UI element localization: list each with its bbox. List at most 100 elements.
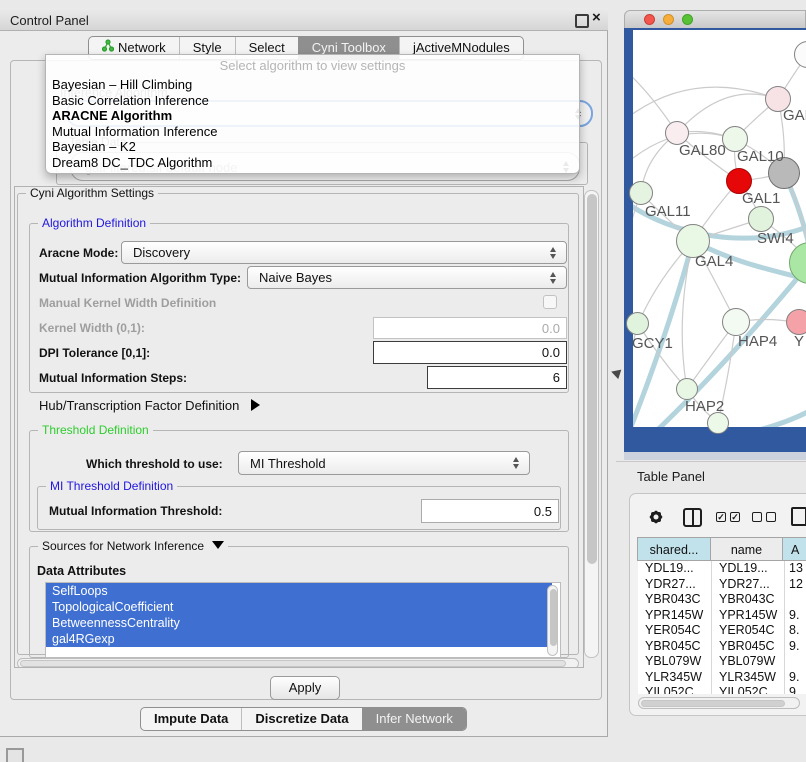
list-item-gal4rgexp[interactable]: gal4RGexp bbox=[46, 631, 552, 647]
cursor-arrow bbox=[610, 367, 622, 379]
table-row[interactable]: YBR043CYBR043C bbox=[638, 592, 806, 608]
gear-icon[interactable] bbox=[647, 508, 665, 531]
mi-threshold-value: 0.5 bbox=[534, 504, 552, 519]
table-row[interactable]: YER054CYER054C8. bbox=[638, 623, 806, 639]
table-row[interactable]: YDL19...YDL19...13 bbox=[638, 561, 806, 577]
control-panel-titlebar bbox=[0, 8, 608, 31]
cyni-bottom-tabbar: Impute Data Discretize Data Infer Networ… bbox=[140, 707, 467, 731]
table-body: YDL19...YDL19...13 YDR27...YDR27...12 YB… bbox=[638, 561, 806, 694]
cyni-settings-view: Cyni Algorithm Settings Algorithm Defini… bbox=[14, 186, 584, 668]
table-horizontal-scrollbar[interactable] bbox=[638, 697, 800, 709]
cyni-algorithm-settings-title: Cyni Algorithm Settings bbox=[26, 186, 158, 200]
table-row[interactable]: YBL079WYBL079W bbox=[638, 654, 806, 670]
dpi-tolerance-label: DPI Tolerance [0,1]: bbox=[39, 346, 150, 360]
attributes-scrollbar[interactable] bbox=[547, 585, 558, 656]
mi-steps-label: Mutual Information Steps: bbox=[39, 371, 187, 385]
node-label: GCY1 bbox=[632, 335, 673, 352]
list-item-topologicalcoefficient[interactable]: TopologicalCoefficient bbox=[46, 599, 552, 615]
data-attributes-list: SelfLoops TopologicalCoefficient Between… bbox=[45, 582, 561, 658]
collapse-down-icon bbox=[212, 541, 224, 549]
combo-stepper-icon bbox=[550, 247, 557, 259]
network-node-bottom[interactable] bbox=[707, 412, 729, 434]
columns-icon[interactable] bbox=[683, 508, 702, 527]
node-label: GAL4 bbox=[695, 253, 733, 270]
table-row[interactable]: YBR045CYBR045C9. bbox=[638, 639, 806, 655]
table-row[interactable]: YDR27...YDR27...12 bbox=[638, 577, 806, 593]
network-node-hap4[interactable] bbox=[722, 308, 750, 336]
kernel-width-label: Kernel Width (0,1): bbox=[39, 321, 145, 335]
mi-algorithm-type-combo[interactable]: Naive Bayes bbox=[247, 266, 567, 289]
dropdown-item-basic-correlation[interactable]: Basic Correlation Inference bbox=[52, 93, 209, 109]
mi-threshold-label: Mutual Information Threshold: bbox=[49, 504, 222, 518]
threshold-definition-title: Threshold Definition bbox=[38, 423, 153, 437]
dock-panel-icon[interactable] bbox=[6, 748, 24, 762]
manual-kernel-width-checkbox[interactable] bbox=[543, 295, 557, 309]
tab-infer-network[interactable]: Infer Network bbox=[362, 708, 466, 730]
new-table-icon[interactable] bbox=[791, 507, 806, 526]
kernel-width-field[interactable]: 0.0 bbox=[373, 317, 567, 339]
hub-definition-section[interactable]: Hub/Transcription Factor Definition bbox=[39, 398, 260, 413]
algorithm-dropdown-popup: Select algorithm to view settings Bayesi… bbox=[45, 54, 580, 174]
network-node-swi4[interactable] bbox=[748, 206, 774, 232]
column-header-name[interactable]: name bbox=[710, 537, 783, 561]
dropdown-item-aracne[interactable]: ARACNE Algorithm bbox=[52, 108, 172, 124]
dropdown-item-mutual-information[interactable]: Mutual Information Inference bbox=[52, 124, 217, 140]
unchecked-box-icon[interactable] bbox=[752, 512, 762, 522]
aracne-mode-combo[interactable]: Discovery bbox=[121, 241, 567, 264]
node-label: GAL1 bbox=[742, 190, 780, 207]
table-row[interactable]: YIL052CYIL052C9. bbox=[638, 685, 806, 694]
settings-vertical-scrollbar[interactable] bbox=[584, 190, 599, 658]
tab-impute-data[interactable]: Impute Data bbox=[141, 708, 241, 730]
mi-algorithm-type-label: Mutual Information Algorithm Type: bbox=[39, 271, 241, 285]
apply-button[interactable]: Apply bbox=[270, 676, 340, 700]
dropdown-item-dream8[interactable]: Dream8 DC_TDC Algorithm bbox=[52, 155, 212, 171]
network-node-salmon[interactable] bbox=[786, 309, 806, 335]
close-traffic-light[interactable] bbox=[644, 14, 655, 25]
control-panel-title: Control Panel bbox=[10, 13, 89, 28]
column-header-partial[interactable]: A bbox=[782, 537, 806, 561]
dropdown-item-bayesian-k2[interactable]: Bayesian – K2 bbox=[52, 139, 136, 155]
table-row[interactable]: YPR145WYPR145W9. bbox=[638, 608, 806, 624]
checked-box-icon[interactable]: ✓ bbox=[730, 512, 740, 522]
node-label: HAP2 bbox=[685, 398, 724, 415]
tab-discretize-data[interactable]: Discretize Data bbox=[241, 708, 361, 730]
dpi-tolerance-value: 0.0 bbox=[542, 345, 560, 360]
minimize-traffic-light[interactable] bbox=[663, 14, 674, 25]
node-label: GAL11 bbox=[645, 203, 691, 220]
dropdown-item-bayesian-hill-climbing[interactable]: Bayesian – Hill Climbing bbox=[52, 77, 192, 93]
settings-horizontal-scrollbar[interactable] bbox=[17, 658, 579, 668]
table-header: shared... name A bbox=[638, 537, 806, 561]
hub-definition-label: Hub/Transcription Factor Definition bbox=[39, 398, 239, 413]
sources-title: Sources for Network Inference bbox=[38, 539, 228, 553]
node-label: GAL bbox=[783, 107, 806, 124]
network-node-gal11[interactable] bbox=[629, 181, 653, 205]
network-node-hap2[interactable] bbox=[676, 378, 698, 400]
dropdown-prompt: Select algorithm to view settings bbox=[46, 58, 579, 73]
list-item-selfloops[interactable]: SelfLoops bbox=[46, 583, 552, 599]
table-panel-title: Table Panel bbox=[637, 469, 705, 484]
node-label: GAL10 bbox=[737, 148, 784, 165]
node-label: GAL80 bbox=[679, 142, 726, 159]
list-item-betweennesscentrality[interactable]: BetweennessCentrality bbox=[46, 615, 552, 631]
column-header-shared[interactable]: shared... bbox=[637, 537, 711, 561]
mi-threshold-field[interactable]: 0.5 bbox=[421, 499, 559, 523]
which-threshold-combo[interactable]: MI Threshold bbox=[238, 451, 530, 475]
unchecked-box-icon[interactable] bbox=[766, 512, 776, 522]
mi-steps-value: 6 bbox=[553, 370, 560, 385]
kernel-width-value: 0.0 bbox=[542, 321, 560, 336]
which-threshold-label: Which threshold to use: bbox=[86, 457, 223, 471]
checked-box-icon[interactable]: ✓ bbox=[716, 512, 726, 522]
table-row[interactable]: YLR345WYLR345W9. bbox=[638, 670, 806, 686]
zoom-traffic-light[interactable] bbox=[682, 14, 693, 25]
mi-algorithm-type-value: Naive Bayes bbox=[259, 270, 332, 285]
float-window-icon[interactable] bbox=[575, 14, 589, 28]
which-threshold-value: MI Threshold bbox=[250, 456, 326, 471]
node-label: SWI4 bbox=[757, 230, 794, 247]
mi-threshold-definition-title: MI Threshold Definition bbox=[46, 479, 177, 493]
dpi-tolerance-field[interactable]: 0.0 bbox=[373, 341, 567, 364]
manual-kernel-width-label: Manual Kernel Width Definition bbox=[39, 296, 216, 310]
network-node-gcy1[interactable] bbox=[626, 312, 649, 335]
close-icon[interactable]: × bbox=[592, 9, 601, 26]
mi-steps-field[interactable]: 6 bbox=[427, 366, 567, 389]
aracne-mode-label: Aracne Mode: bbox=[39, 246, 118, 260]
